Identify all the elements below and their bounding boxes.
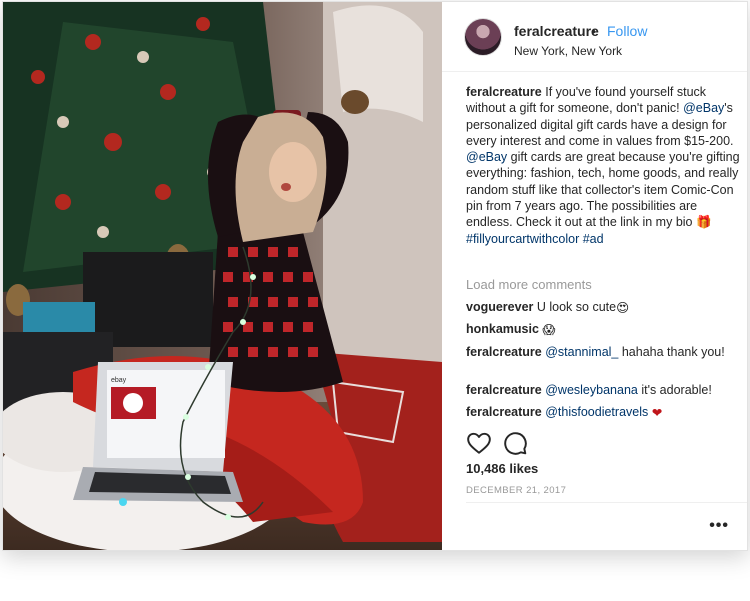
header-username[interactable]: feralcreature	[514, 23, 599, 39]
post-photo[interactable]: ebay	[3, 2, 442, 550]
comment-mention[interactable]: @stannimal_	[545, 345, 618, 359]
caption-mention[interactable]: @eBay	[683, 101, 724, 115]
location-link[interactable]: New York, New York	[514, 44, 622, 58]
caption-mention[interactable]: @eBay	[466, 150, 507, 164]
comment: honkamusic 😱	[466, 321, 742, 338]
gift-emoji: 🎁	[695, 215, 712, 230]
caption-hashtag[interactable]: #fillyourcartwithcolor	[466, 232, 579, 246]
comment: feralcreature @thisfoodietravels ❤	[466, 404, 742, 421]
follow-button[interactable]: Follow	[607, 23, 647, 39]
comment-mention[interactable]: @wesleybanana	[545, 383, 638, 397]
load-more-comments[interactable]: Load more comments	[466, 277, 592, 292]
caption-hashtag[interactable]: #ad	[583, 232, 604, 246]
caption-username[interactable]: feralcreature	[466, 85, 542, 99]
avatar[interactable]	[464, 18, 502, 56]
comment-text: U look so cute	[533, 300, 617, 314]
comment-username[interactable]: honkamusic	[466, 322, 539, 336]
screaming-face-emoji: 😱	[542, 323, 556, 337]
divider	[466, 502, 747, 503]
red-heart-emoji: ❤	[651, 406, 663, 420]
post-caption: feralcreature If you've found yourself s…	[466, 84, 742, 247]
comment-text: it's adorable!	[637, 383, 712, 397]
post-sidebar: feralcreature • Follow New York, New Yor…	[442, 2, 747, 550]
comment-mention[interactable]: @thisfoodietravels	[545, 405, 648, 419]
comment: voguerever U look so cute😍	[466, 299, 742, 316]
comment-icon[interactable]	[502, 430, 528, 456]
comment-username[interactable]: feralcreature	[466, 383, 542, 397]
post-photo-illustration: ebay	[3, 2, 442, 550]
instagram-post-card: ebay feralcreature • Follow New York, Ne…	[2, 1, 748, 551]
comment-text: hahaha thank you!	[618, 345, 725, 359]
comment-username[interactable]: voguerever	[466, 300, 533, 314]
heart-icon[interactable]	[466, 430, 492, 456]
smiling-face-heart-eyes-emoji: 😍	[616, 301, 630, 315]
comment: feralcreature @wesleybanana it's adorabl…	[466, 382, 742, 398]
post-header: feralcreature • Follow New York, New Yor…	[442, 2, 747, 72]
more-options-icon[interactable]: •••	[709, 517, 729, 535]
like-count[interactable]: 10,486 likes	[466, 461, 538, 476]
comment: feralcreature @stannimal_ hahaha thank y…	[466, 344, 742, 360]
separator-dot: •	[591, 23, 596, 39]
comment-username[interactable]: feralcreature	[466, 405, 542, 419]
comment-username[interactable]: feralcreature	[466, 345, 542, 359]
laptop-screen-brand: ebay	[111, 377, 127, 384]
post-date[interactable]: DECEMBER 21, 2017	[466, 485, 566, 496]
